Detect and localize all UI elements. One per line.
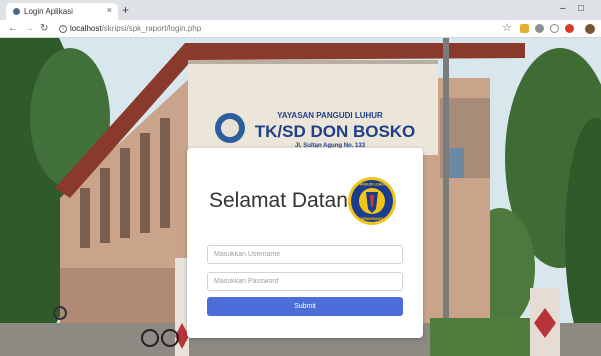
star-icon[interactable]: ☆ [502, 21, 512, 35]
sign-line1: YAYASAN PANGUDI LUHUR [277, 111, 383, 120]
extension-icon[interactable] [550, 24, 559, 33]
logo-text-bottom: SEMARANG [360, 216, 383, 221]
browser-tab[interactable]: Login Aplikasi × [6, 3, 118, 20]
reload-icon[interactable]: ↻ [40, 22, 48, 36]
page-viewport: YAYASAN PANGUDI LUHUR TK/SD DON BOSKO Jl… [0, 38, 601, 356]
url-field[interactable]: localhost/skripsi/spk_raport/login.php [70, 23, 201, 35]
back-arrow-icon[interactable]: ← [8, 22, 18, 36]
welcome-title: Selamat Datang [209, 189, 360, 212]
url-host: localhost [70, 24, 102, 33]
tab-close-icon[interactable]: × [107, 5, 112, 16]
password-input[interactable] [207, 272, 403, 291]
profile-avatar-icon[interactable] [585, 24, 595, 34]
school-logo: PANGUDI LUHUR SEMARANG [348, 177, 396, 225]
extension-icon[interactable] [520, 24, 529, 33]
window-minimize-button[interactable]: – [560, 2, 566, 16]
browser-tab-strip: Login Aplikasi × + – □ [0, 0, 601, 20]
forward-arrow-icon[interactable]: → [24, 22, 34, 36]
login-card: Selamat Datang PANGUDI LUHUR SEMARANG Su… [187, 148, 423, 338]
username-input[interactable] [207, 245, 403, 264]
logo-text-top: PANGUDI LUHUR [358, 183, 387, 187]
info-icon[interactable]: i [59, 25, 67, 33]
submit-button[interactable]: Submit [207, 297, 403, 316]
favicon-icon [13, 8, 20, 15]
extension-icon[interactable] [535, 24, 544, 33]
tab-title: Login Aplikasi [24, 7, 73, 16]
new-tab-button[interactable]: + [122, 3, 129, 17]
window-maximize-button[interactable]: □ [578, 2, 584, 16]
address-bar: ← → ↻ i localhost/skripsi/spk_raport/log… [0, 20, 601, 38]
url-path: /skripsi/spk_raport/login.php [101, 24, 202, 33]
extension-icon[interactable] [565, 24, 574, 33]
sign-line2: TK/SD DON BOSKO [255, 122, 416, 141]
